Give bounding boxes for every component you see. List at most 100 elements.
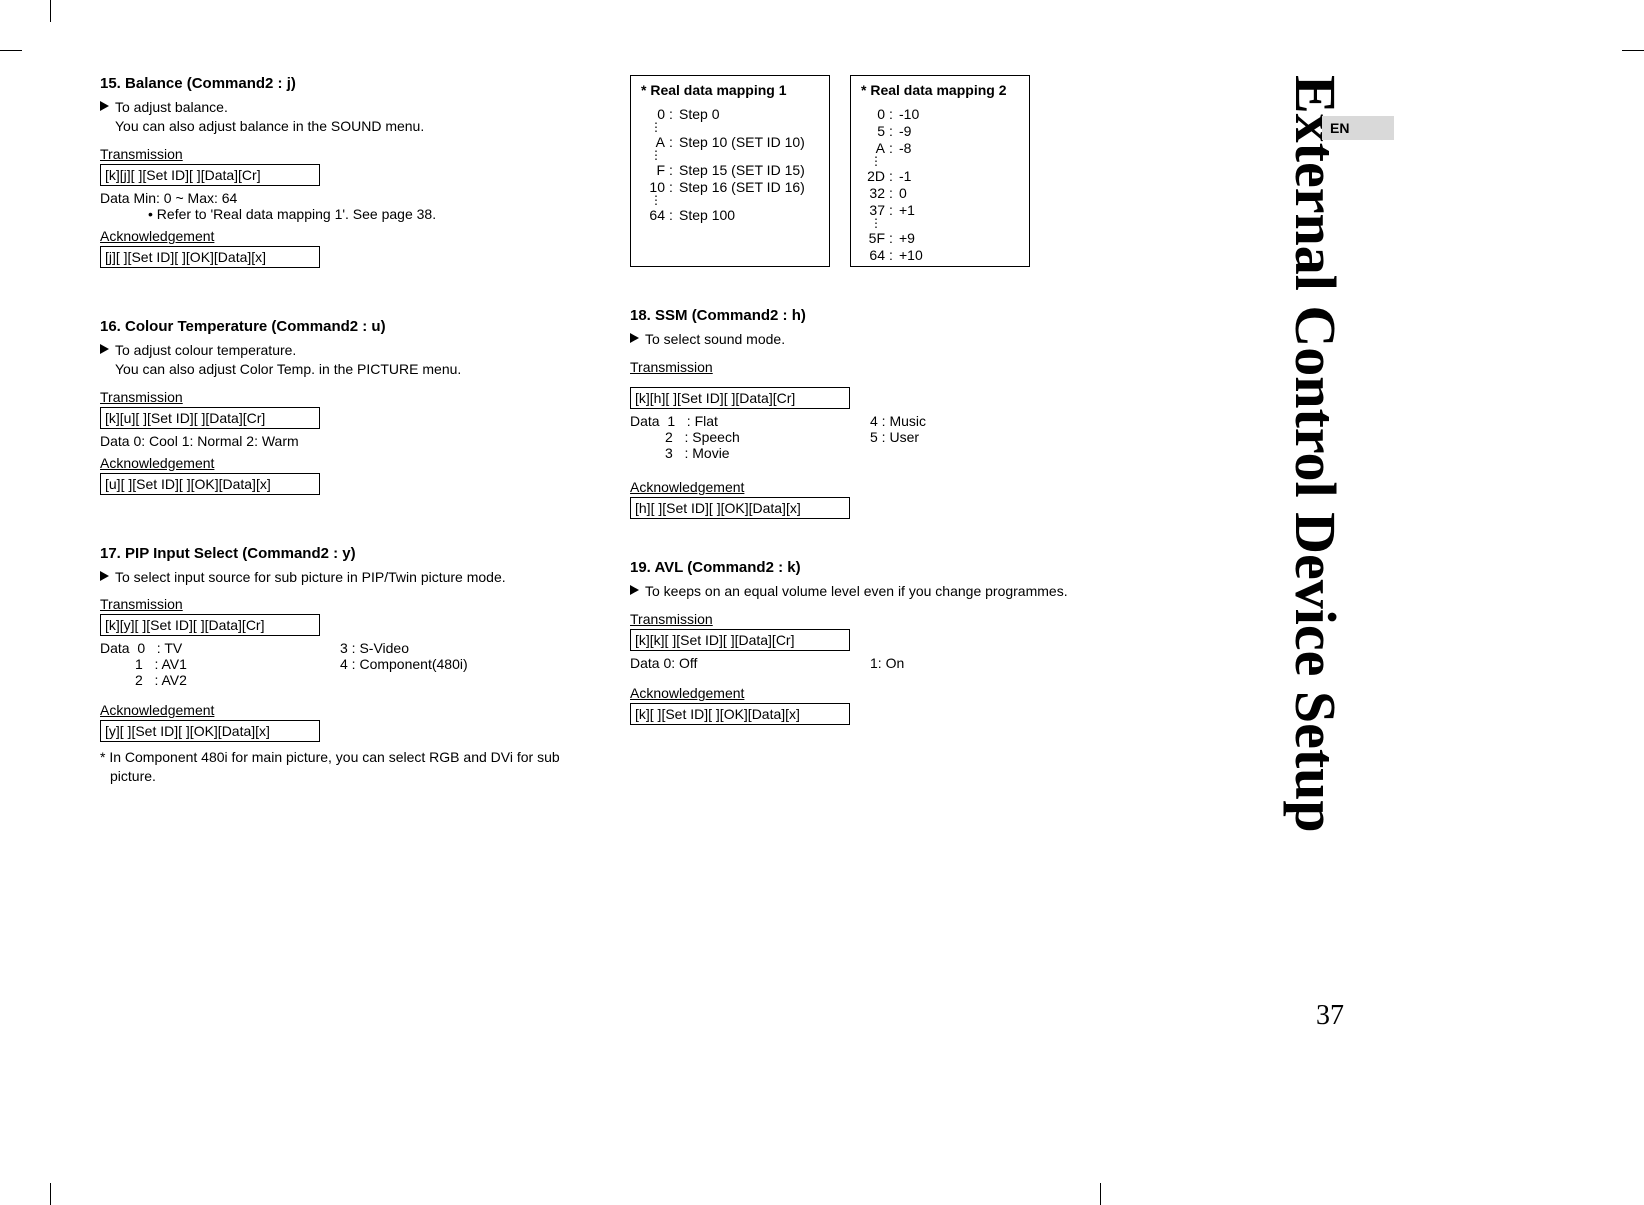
data-opt: 5 : User <box>870 429 1070 445</box>
map-key: 0 <box>861 106 889 122</box>
map-val: Step 10 (SET ID 10) <box>677 134 819 150</box>
map-val: -9 <box>897 123 1019 139</box>
map-val: 0 <box>897 185 1019 201</box>
vdots-icon <box>641 151 669 161</box>
map-title: * Real data mapping 1 <box>641 82 819 98</box>
crop-mark <box>1622 50 1644 51</box>
section-desc: To adjust colour temperature. <box>115 341 461 360</box>
data-line: Data Min: 0 ~ Max: 64 <box>100 190 580 206</box>
section-title: 17. PIP Input Select (Command2 : y) <box>100 545 580 562</box>
data-values: Data 0 : TV 3 : S-Video 1 : AV1 4 : Comp… <box>100 640 580 688</box>
data-opt: 4 : Music <box>870 413 1070 429</box>
transmission-label: Transmission <box>100 389 183 405</box>
play-icon <box>100 344 109 354</box>
data-opt: 2 : Speech <box>630 429 870 445</box>
data-opt: Data 0: Off <box>630 655 870 671</box>
vdots-icon <box>861 219 889 229</box>
play-icon <box>630 333 639 343</box>
vdots-icon <box>641 196 669 206</box>
transmission-code: [k][u][ ][Set ID][ ][Data][Cr] <box>100 407 320 429</box>
data-opt: 2 : AV2 <box>100 672 340 688</box>
section-title: 15. Balance (Command2 : j) <box>100 75 580 92</box>
crop-mark <box>50 0 51 22</box>
data-opt: 1: On <box>870 655 1070 671</box>
section-desc: To adjust balance. <box>115 98 424 117</box>
crop-mark <box>1100 1183 1101 1205</box>
transmission-label: Transmission <box>630 359 713 375</box>
transmission-code: [k][k][ ][Set ID][ ][Data][Cr] <box>630 629 850 651</box>
section-17-pip-input: 17. PIP Input Select (Command2 : y) To s… <box>100 545 580 787</box>
ack-label: Acknowledgement <box>630 479 744 495</box>
map-val: Step 100 <box>677 207 819 223</box>
data-line: Data 0: Cool 1: Normal 2: Warm <box>100 433 580 449</box>
map-key: 64 <box>641 207 669 223</box>
map-val: Step 15 (SET ID 15) <box>677 162 819 178</box>
left-column: 15. Balance (Command2 : j) To adjust bal… <box>100 75 580 824</box>
data-opt: Data 0 : TV <box>100 640 340 656</box>
ack-label: Acknowledgement <box>100 702 214 718</box>
section-desc: To select sound mode. <box>645 330 785 349</box>
ack-label: Acknowledgement <box>100 228 214 244</box>
ack-label: Acknowledgement <box>630 685 744 701</box>
mapping-boxes: * Real data mapping 1 0:Step 0 A:Step 10… <box>630 75 1110 267</box>
page-content: 15. Balance (Command2 : j) To adjust bal… <box>100 75 1220 1035</box>
data-opt: 1 : AV1 <box>100 656 340 672</box>
map-val: +1 <box>897 202 1019 218</box>
data-opt: 3 : Movie <box>630 445 870 461</box>
data-values: Data 1 : Flat 4 : Music 2 : Speech 5 : U… <box>630 413 1110 461</box>
right-column: * Real data mapping 1 0:Step 0 A:Step 10… <box>630 75 1110 824</box>
section-15-balance: 15. Balance (Command2 : j) To adjust bal… <box>100 75 580 268</box>
section-desc-sub: You can also adjust balance in the SOUND… <box>115 117 424 136</box>
transmission-label: Transmission <box>100 146 183 162</box>
crop-mark <box>0 50 22 51</box>
section-desc-sub: You can also adjust Color Temp. in the P… <box>115 360 461 379</box>
ack-code: [h][ ][Set ID][ ][OK][Data][x] <box>630 497 850 519</box>
map-val: -1 <box>897 168 1019 184</box>
data-note: Refer to 'Real data mapping 1'. See page… <box>148 206 580 222</box>
real-data-mapping-2: * Real data mapping 2 0:-10 5:-9 A:-8 2D… <box>850 75 1030 267</box>
ack-code: [k][ ][Set ID][ ][OK][Data][x] <box>630 703 850 725</box>
map-key: 64 <box>861 247 889 263</box>
data-opt: 3 : S-Video <box>340 640 540 656</box>
side-title: External Control Device Setup <box>1286 75 1344 833</box>
data-values: Data 0: Off 1: On <box>630 655 1110 671</box>
section-title: 18. SSM (Command2 : h) <box>630 307 1110 324</box>
data-opt: 4 : Component(480i) <box>340 656 540 672</box>
ack-code: [u][ ][Set ID][ ][OK][Data][x] <box>100 473 320 495</box>
real-data-mapping-1: * Real data mapping 1 0:Step 0 A:Step 10… <box>630 75 830 267</box>
play-icon <box>100 101 109 111</box>
map-val: Step 0 <box>677 106 819 122</box>
map-title: * Real data mapping 2 <box>861 82 1019 98</box>
section-title: 19. AVL (Command2 : k) <box>630 559 1110 576</box>
crop-mark <box>50 1183 51 1205</box>
ack-label: Acknowledgement <box>100 455 214 471</box>
map-key: 5 <box>861 123 889 139</box>
footnote: * In Component 480i for main picture, yo… <box>100 748 580 786</box>
map-key: F <box>641 162 669 178</box>
page-number: 37 <box>1316 1000 1344 1032</box>
section-18-ssm: 18. SSM (Command2 : h) To select sound m… <box>630 307 1110 519</box>
section-desc: To keeps on an equal volume level even i… <box>645 582 1068 601</box>
vdots-icon <box>861 157 889 167</box>
transmission-label: Transmission <box>630 611 713 627</box>
section-title: 16. Colour Temperature (Command2 : u) <box>100 318 580 335</box>
map-val: +10 <box>897 247 1019 263</box>
map-val: +9 <box>897 230 1019 246</box>
ack-code: [y][ ][Set ID][ ][OK][Data][x] <box>100 720 320 742</box>
vdots-icon <box>641 123 669 133</box>
play-icon <box>100 571 109 581</box>
language-tab: EN <box>1322 116 1394 140</box>
ack-code: [j][ ][Set ID][ ][OK][Data][x] <box>100 246 320 268</box>
map-key: 5F <box>861 230 889 246</box>
transmission-code: [k][h][ ][Set ID][ ][Data][Cr] <box>630 387 850 409</box>
section-16-colour-temp: 16. Colour Temperature (Command2 : u) To… <box>100 318 580 495</box>
section-desc: To select input source for sub picture i… <box>115 568 506 587</box>
transmission-label: Transmission <box>100 596 183 612</box>
section-19-avl: 19. AVL (Command2 : k) To keeps on an eq… <box>630 559 1110 725</box>
map-key: 32 <box>861 185 889 201</box>
play-icon <box>630 585 639 595</box>
map-val: Step 16 (SET ID 16) <box>677 179 819 195</box>
transmission-code: [k][j][ ][Set ID][ ][Data][Cr] <box>100 164 320 186</box>
map-val: -8 <box>897 140 1019 156</box>
data-opt: Data 1 : Flat <box>630 413 870 429</box>
